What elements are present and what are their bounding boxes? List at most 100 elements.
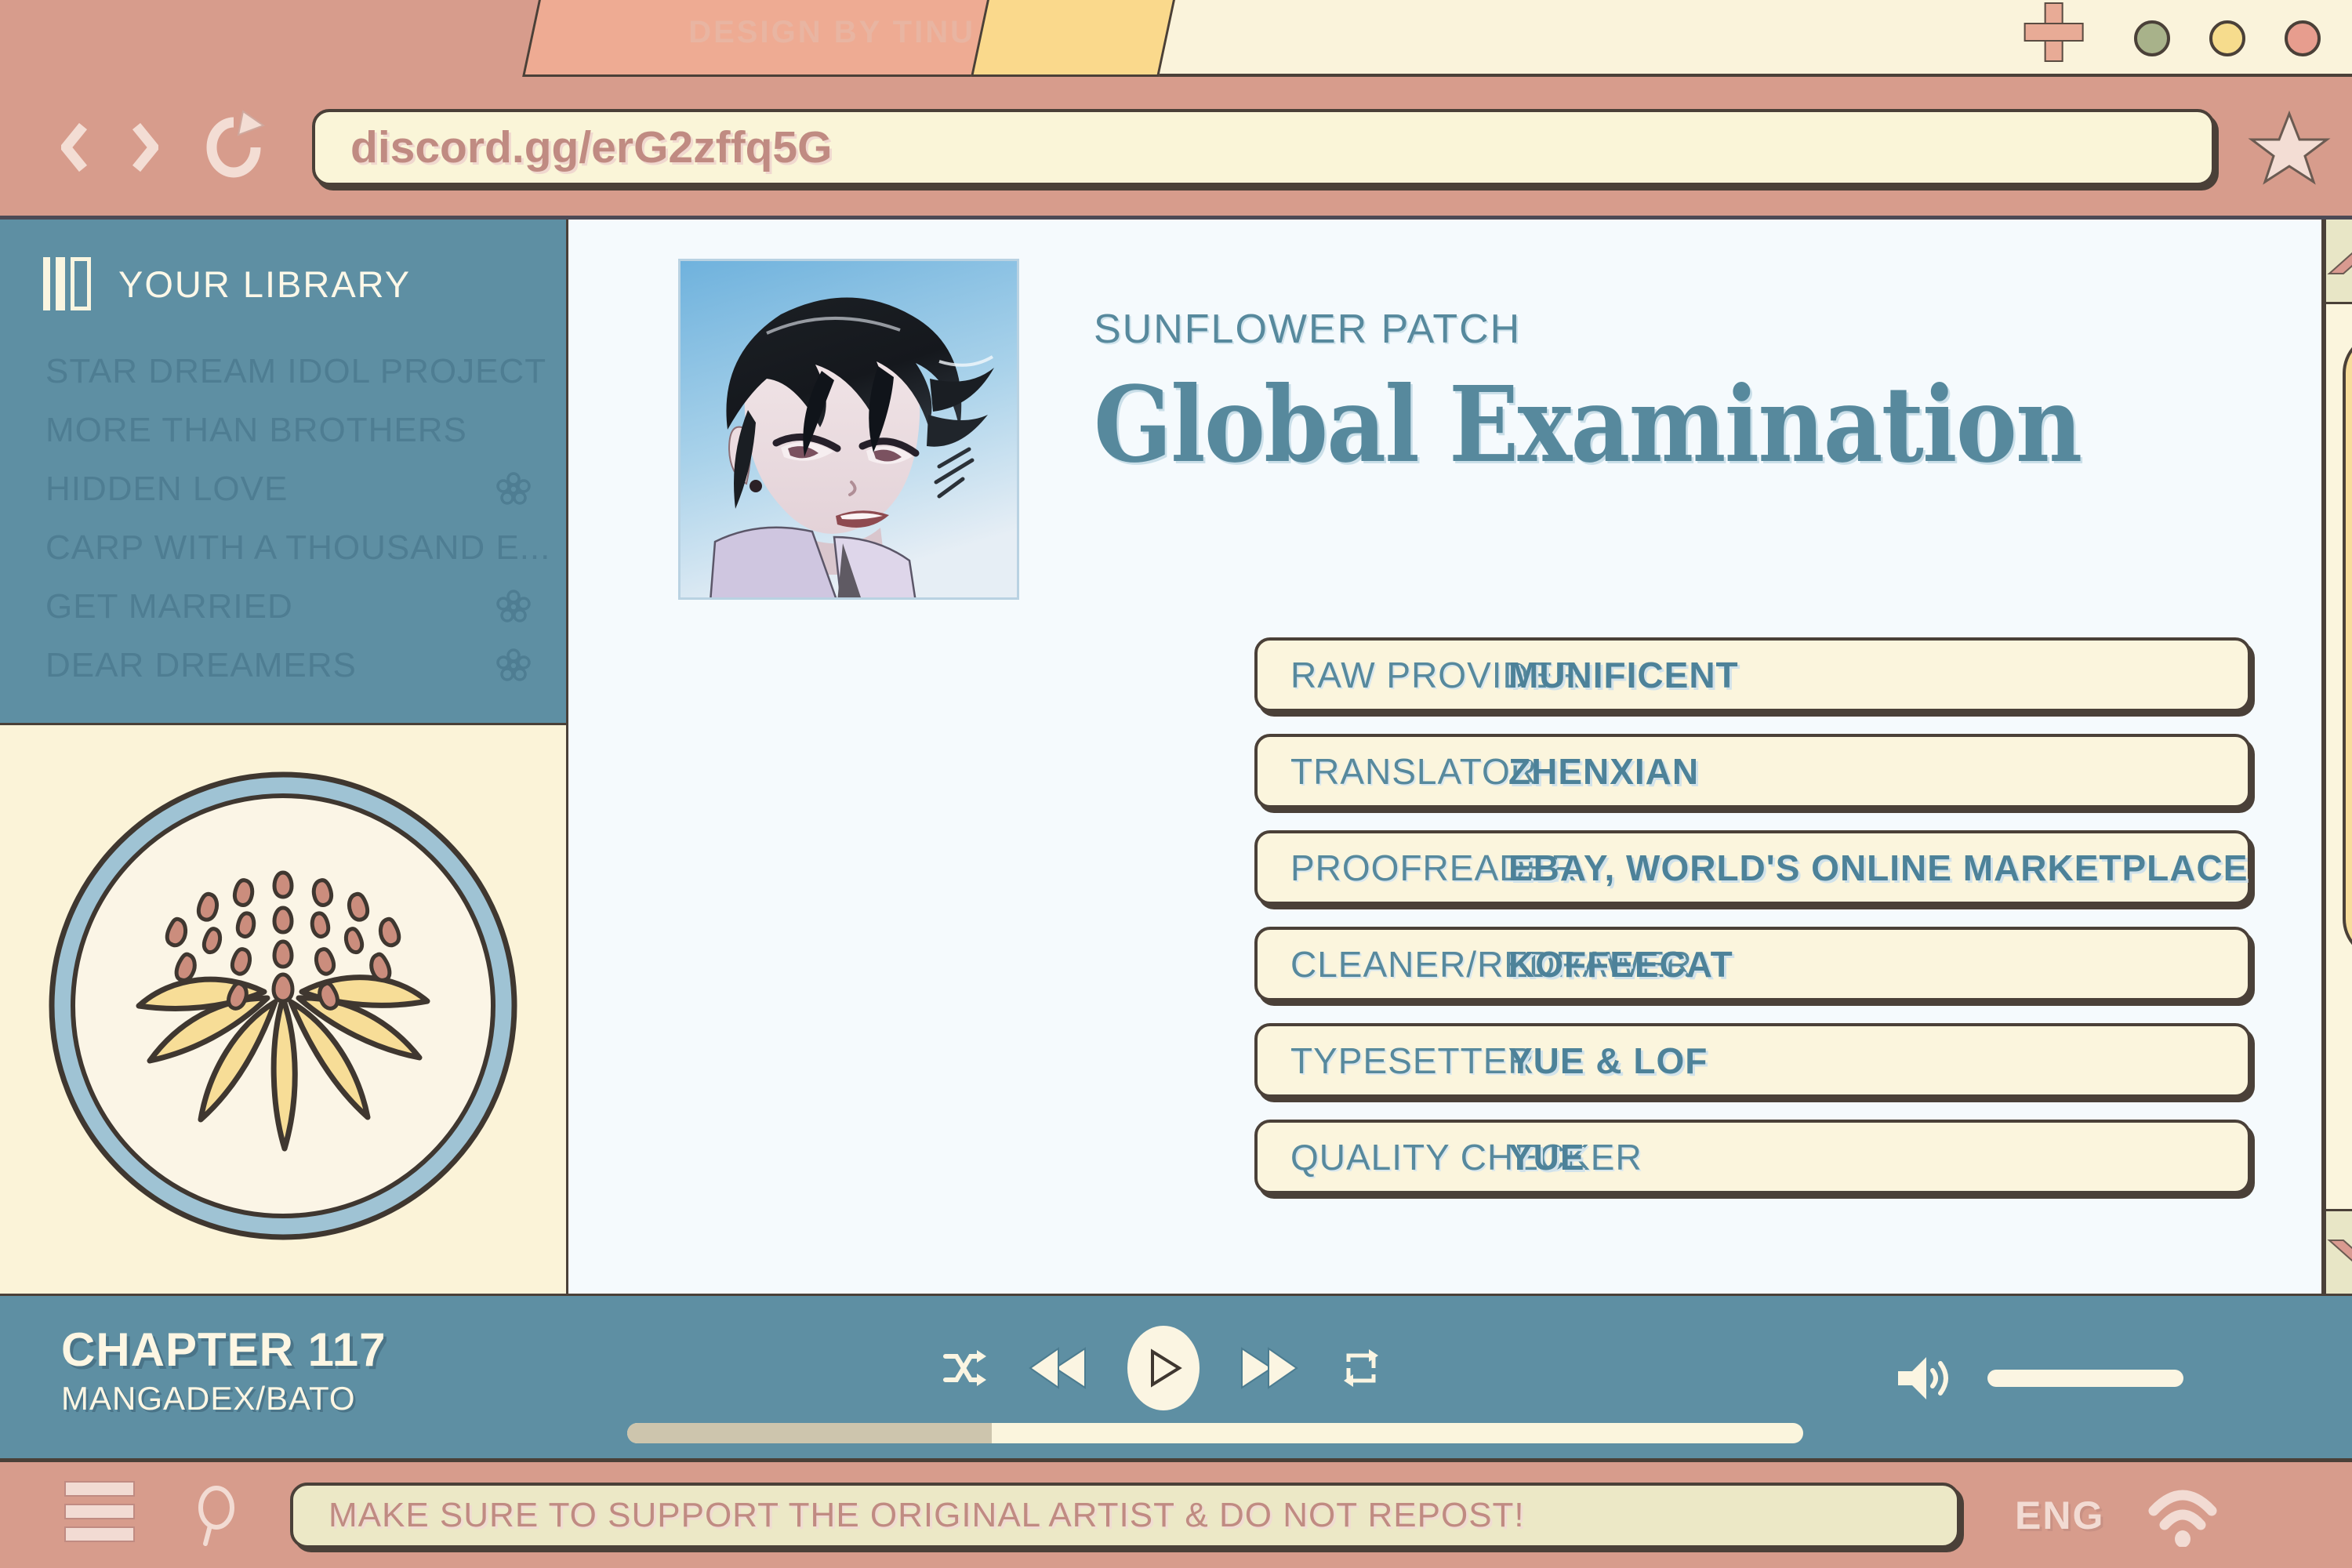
- credit-value: EBAY, WORLD'S ONLINE MARKETPLACE: [1508, 847, 2248, 889]
- volume-high-icon[interactable]: [1895, 1351, 1958, 1406]
- progress-bar[interactable]: [627, 1423, 1803, 1443]
- browser-window: DESIGN BY TINU dis: [0, 0, 2352, 1568]
- repeat-button[interactable]: [1341, 1348, 1381, 1388]
- shuffle-icon: [941, 1345, 986, 1391]
- chapter-title: CHAPTER 117: [61, 1323, 386, 1377]
- forward-button[interactable]: [110, 108, 180, 187]
- library-list: STAR DREAM IDOL PROJECT MORE THAN BROTHE…: [0, 342, 566, 695]
- sunflower-logo: [40, 763, 526, 1249]
- reload-icon: [194, 108, 273, 187]
- reload-button[interactable]: [194, 108, 273, 187]
- library-panel: YOUR LIBRARY STAR DREAM IDOL PROJECT MOR…: [0, 220, 568, 725]
- list-item-label: CARP WITH A THOUSAND E...: [45, 528, 550, 568]
- chevron-right-icon: [132, 123, 158, 172]
- now-playing-info: CHAPTER 117 MANGADEX/BATO: [61, 1323, 386, 1417]
- credit-label: PROOFREADER: [1258, 847, 1508, 889]
- credit-value: ZHENXIAN: [1508, 750, 1699, 793]
- credit-label: CLEANER/REDRAWER: [1258, 943, 1508, 985]
- hero-section: SUNFLOWER PATCH Global Examination: [568, 220, 2321, 600]
- scroll-track[interactable]: [2326, 304, 2352, 1209]
- credit-value: YUE & LOF: [1508, 1040, 1708, 1082]
- list-item-label: HIDDEN LOVE: [45, 470, 288, 509]
- page-title: Global Examination: [1094, 364, 2081, 486]
- chevron-up-icon: [2326, 244, 2352, 278]
- list-item-label: MORE THAN BROTHERS: [45, 411, 467, 450]
- character-portrait: [678, 259, 1019, 600]
- credit-label: QUALITY CHECKER: [1258, 1136, 1508, 1178]
- play-icon: [1145, 1348, 1182, 1388]
- chevron-left-icon: [61, 123, 88, 172]
- credit-value: MUNIFICENT: [1508, 654, 1739, 696]
- status-bar: MAKE SURE TO SUPPORT THE ORIGINAL ARTIST…: [0, 1462, 2352, 1568]
- content-area: YOUR LIBRARY STAR DREAM IDOL PROJECT MOR…: [0, 220, 2352, 1294]
- search-button[interactable]: [190, 1484, 245, 1547]
- scroll-thumb[interactable]: [2343, 332, 2352, 960]
- minimize-button[interactable]: [2134, 20, 2170, 56]
- shuffle-button[interactable]: [941, 1345, 986, 1391]
- next-track-icon: [1240, 1345, 1300, 1391]
- title-block: SUNFLOWER PATCH Global Examination: [1094, 259, 2216, 600]
- flower-icon: [496, 472, 531, 506]
- hamburger-menu-icon[interactable]: [64, 1481, 135, 1549]
- notice-banner: MAKE SURE TO SUPPORT THE ORIGINAL ARTIST…: [290, 1483, 1960, 1548]
- notice-text: MAKE SURE TO SUPPORT THE ORIGINAL ARTIST…: [328, 1496, 1525, 1535]
- credit-label: RAW PROVIDER: [1258, 654, 1508, 696]
- library-header: YOUR LIBRARY: [0, 220, 566, 310]
- search-icon: [190, 1484, 245, 1547]
- sidebar-item-get-married[interactable]: GET MARRIED: [0, 577, 566, 636]
- transport-controls: [941, 1326, 1381, 1410]
- series-subtitle: SUNFLOWER PATCH: [1094, 306, 2216, 353]
- list-item-label: DEAR DREAMERS: [45, 646, 357, 685]
- main-content: SUNFLOWER PATCH Global Examination RAW P…: [568, 220, 2324, 1294]
- credit-row[interactable]: PROOFREADER EBAY, WORLD'S ONLINE MARKETP…: [1254, 830, 2251, 905]
- scrollbar: [2324, 220, 2352, 1294]
- credit-label: TRANSLATOR: [1258, 750, 1508, 793]
- credits-list: RAW PROVIDER MUNIFICENT TRANSLATOR ZHENX…: [1254, 637, 2251, 1194]
- new-tab-button[interactable]: [971, 0, 1178, 77]
- flower-icon: [496, 648, 531, 683]
- credit-row[interactable]: RAW PROVIDER MUNIFICENT: [1254, 637, 2251, 712]
- bookmark-button[interactable]: [2246, 104, 2332, 191]
- close-button[interactable]: [2285, 20, 2321, 56]
- credit-label: TYPESETTER: [1258, 1040, 1508, 1082]
- chapter-source: MANGADEX/BATO: [61, 1380, 386, 1417]
- previous-track-icon: [1027, 1345, 1087, 1391]
- url-input[interactable]: discord.gg/erG2zffq5G: [312, 109, 2215, 186]
- credit-value: KOFFEECAT: [1508, 943, 1733, 985]
- window-controls: [2134, 20, 2321, 56]
- credit-row[interactable]: CLEANER/REDRAWER KOFFEECAT: [1254, 927, 2251, 1001]
- wifi-icon: [2147, 1484, 2218, 1547]
- progress-fill: [627, 1423, 992, 1443]
- chevron-down-icon: [2326, 1236, 2352, 1270]
- sidebar-item-carp-with-a-thousand-e[interactable]: CARP WITH A THOUSAND E...: [0, 518, 566, 577]
- sidebar-item-more-than-brothers[interactable]: MORE THAN BROTHERS: [0, 401, 566, 459]
- flower-icon: [496, 590, 531, 624]
- sidebar-item-star-dream-idol-project[interactable]: STAR DREAM IDOL PROJECT: [0, 342, 566, 401]
- sidebar-item-hidden-love[interactable]: HIDDEN LOVE: [0, 459, 566, 518]
- repeat-icon: [1341, 1348, 1381, 1388]
- back-button[interactable]: [39, 108, 110, 187]
- credit-value: YUE: [1508, 1136, 1585, 1178]
- tab-strip: DESIGN BY TINU: [0, 0, 2352, 82]
- language-selector[interactable]: ENG: [2015, 1493, 2104, 1538]
- star-icon: [2246, 104, 2332, 191]
- scroll-down-button[interactable]: [2326, 1209, 2352, 1294]
- previous-button[interactable]: [1027, 1345, 1087, 1391]
- scroll-up-button[interactable]: [2326, 220, 2352, 304]
- credit-row[interactable]: TYPESETTER YUE & LOF: [1254, 1023, 2251, 1098]
- library-icon: [43, 257, 92, 310]
- maximize-button[interactable]: [2209, 20, 2245, 56]
- volume-control: [1895, 1351, 2183, 1406]
- sidebar-item-dear-dreamers[interactable]: DEAR DREAMERS: [0, 636, 566, 695]
- logo-panel: [0, 725, 568, 1294]
- wifi-button[interactable]: [2147, 1484, 2218, 1547]
- address-bar: discord.gg/erG2zffq5G: [0, 78, 2352, 220]
- play-button[interactable]: [1127, 1326, 1200, 1410]
- next-button[interactable]: [1240, 1345, 1300, 1391]
- plus-icon: [2024, 2, 2081, 59]
- list-item-label: GET MARRIED: [45, 587, 293, 626]
- sidebar: YOUR LIBRARY STAR DREAM IDOL PROJECT MOR…: [0, 220, 568, 1294]
- credit-row[interactable]: TRANSLATOR ZHENXIAN: [1254, 734, 2251, 808]
- volume-slider[interactable]: [1987, 1370, 2183, 1387]
- credit-row[interactable]: QUALITY CHECKER YUE: [1254, 1120, 2251, 1194]
